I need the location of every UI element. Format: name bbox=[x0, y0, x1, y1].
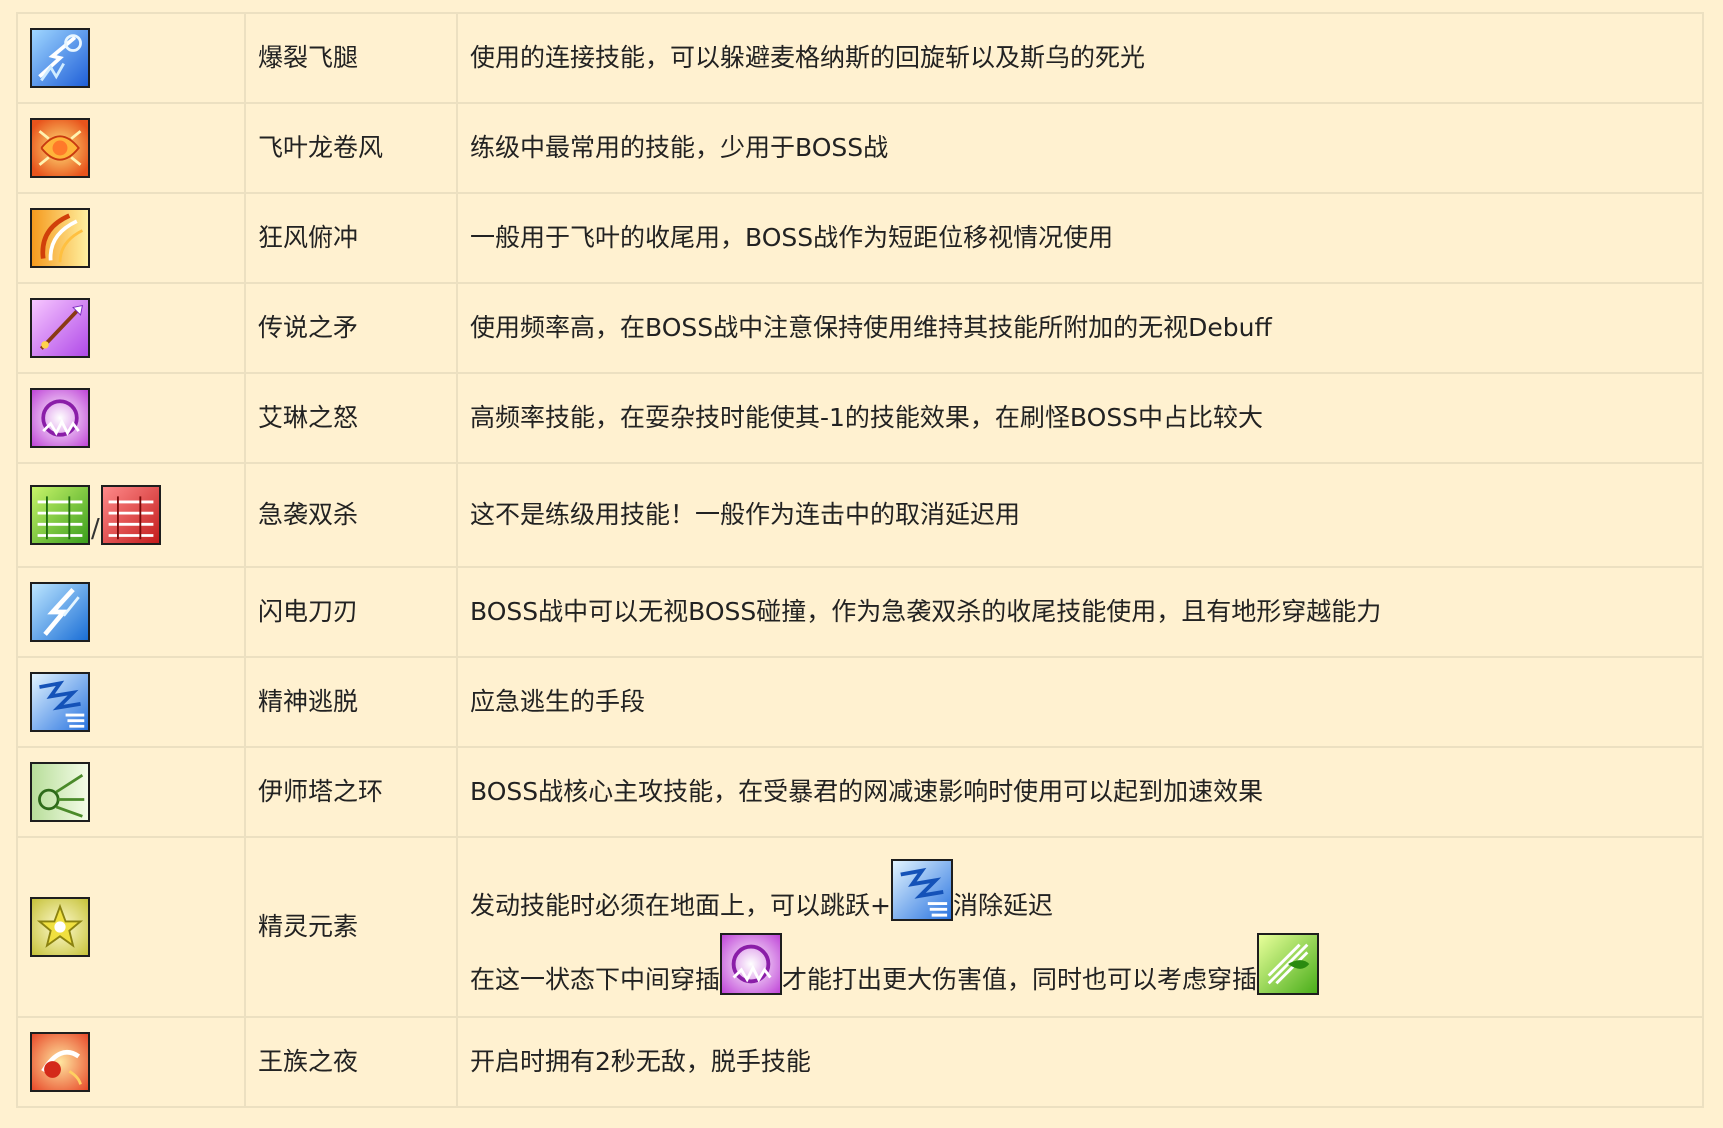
table-row: / 急袭双杀 这不是练级用技能！一般作为连击中的取消延迟用 bbox=[16, 462, 1704, 568]
skill-desc: 这不是练级用技能！一般作为连击中的取消延迟用 bbox=[456, 462, 1704, 568]
skill-name: 精神逃脱 bbox=[244, 656, 458, 748]
skill-desc: 使用的连接技能，可以躲避麦格纳斯的回旋斩以及斯乌的死光 bbox=[456, 12, 1704, 104]
rush-double-green-icon bbox=[30, 485, 90, 545]
skill-name: 闪电刀刃 bbox=[244, 566, 458, 658]
elyn-wrath-icon bbox=[30, 388, 90, 448]
icon-cell bbox=[16, 1016, 246, 1108]
spirit-escape-icon bbox=[30, 672, 90, 732]
table-row: 飞叶龙卷风 练级中最常用的技能，少用于BOSS战 bbox=[16, 102, 1704, 194]
icon-cell: / bbox=[16, 462, 246, 568]
icon-cell bbox=[16, 192, 246, 284]
icon-cell bbox=[16, 746, 246, 838]
table-row: 传说之矛 使用频率高，在BOSS战中注意保持使用维持其技能所附加的无视Debuf… bbox=[16, 282, 1704, 374]
skill-name: 精灵元素 bbox=[244, 836, 458, 1018]
skill-name: 爆裂飞腿 bbox=[244, 12, 458, 104]
leaf-tornado-icon bbox=[30, 118, 90, 178]
icon-cell bbox=[16, 282, 246, 374]
icon-cell bbox=[16, 102, 246, 194]
skill-name: 伊师塔之环 bbox=[244, 746, 458, 838]
table-row: 闪电刀刃 BOSS战中可以无视BOSS碰撞，作为急袭双杀的收尾技能使用，且有地形… bbox=[16, 566, 1704, 658]
skill-desc: BOSS战中可以无视BOSS碰撞，作为急袭双杀的收尾技能使用，且有地形穿越能力 bbox=[456, 566, 1704, 658]
table-row: 精神逃脱 应急逃生的手段 bbox=[16, 656, 1704, 748]
table-row: 伊师塔之环 BOSS战核心主攻技能，在受暴君的网减速影响时使用可以起到加速效果 bbox=[16, 746, 1704, 838]
table-row: 艾琳之怒 高频率技能，在耍杂技时能使其-1的技能效果，在刷怪BOSS中占比较大 bbox=[16, 372, 1704, 464]
rush-double-red-icon bbox=[100, 485, 161, 545]
skill-name: 飞叶龙卷风 bbox=[244, 102, 458, 194]
skill-desc: BOSS战核心主攻技能，在受暴君的网减速影响时使用可以起到加速效果 bbox=[456, 746, 1704, 838]
table-row: 狂风俯冲 一般用于飞叶的收尾用，BOSS战作为短距位移视情况使用 bbox=[16, 192, 1704, 284]
desc-text: 在这一状态下中间穿插 bbox=[470, 965, 721, 994]
skill-name: 急袭双杀 bbox=[244, 462, 458, 568]
skill-desc: 一般用于飞叶的收尾用，BOSS战作为短距位移视情况使用 bbox=[456, 192, 1704, 284]
separator: / bbox=[91, 513, 100, 544]
leaf-burst-icon bbox=[1257, 933, 1320, 995]
table-row: 王族之夜 开启时拥有2秒无敌，脱手技能 bbox=[16, 1016, 1704, 1108]
desc-text: 才能打出更大伤害值，同时也可以考虑穿插 bbox=[782, 965, 1258, 994]
skill-table-container: 爆裂飞腿 使用的连接技能，可以躲避麦格纳斯的回旋斩以及斯乌的死光 飞叶龙卷风 练… bbox=[16, 12, 1704, 1108]
elyn-wrath-icon bbox=[720, 933, 783, 995]
skill-desc: 开启时拥有2秒无敌，脱手技能 bbox=[456, 1016, 1704, 1108]
icon-cell bbox=[16, 656, 246, 748]
skill-table: 爆裂飞腿 使用的连接技能，可以躲避麦格纳斯的回旋斩以及斯乌的死光 飞叶龙卷风 练… bbox=[16, 12, 1704, 1108]
skill-desc: 应急逃生的手段 bbox=[456, 656, 1704, 748]
icon-cell bbox=[16, 836, 246, 1018]
skill-desc: 练级中最常用的技能，少用于BOSS战 bbox=[456, 102, 1704, 194]
icon-cell bbox=[16, 372, 246, 464]
skill-name: 传说之矛 bbox=[244, 282, 458, 374]
spirit-element-icon bbox=[30, 897, 90, 957]
icon-cell bbox=[16, 566, 246, 658]
ishtar-ring-icon bbox=[30, 762, 90, 822]
blast-kick-icon bbox=[30, 28, 90, 88]
gale-dash-icon bbox=[30, 208, 90, 268]
skill-desc: 使用频率高，在BOSS战中注意保持使用维持其技能所附加的无视Debuff bbox=[456, 282, 1704, 374]
spirit-escape-icon bbox=[890, 859, 953, 921]
desc-line-1: 发动技能时必须在地面上，可以跳跃+ 消除延迟 bbox=[470, 859, 1702, 921]
table-row: 精灵元素 发动技能时必须在地面上，可以跳跃+ 消除延迟 在这一状态下中间穿插 才… bbox=[16, 836, 1704, 1018]
lightning-blade-icon bbox=[30, 582, 90, 642]
desc-line-2: 在这一状态下中间穿插 才能打出更大伤害值，同时也可以考虑穿插 bbox=[470, 933, 1702, 995]
skill-name: 狂风俯冲 bbox=[244, 192, 458, 284]
skill-desc: 高频率技能，在耍杂技时能使其-1的技能效果，在刷怪BOSS中占比较大 bbox=[456, 372, 1704, 464]
desc-text: 发动技能时必须在地面上，可以跳跃+ bbox=[470, 891, 891, 920]
skill-desc: 发动技能时必须在地面上，可以跳跃+ 消除延迟 在这一状态下中间穿插 才能打出更大… bbox=[456, 836, 1704, 1018]
icon-cell bbox=[16, 12, 246, 104]
skill-name: 艾琳之怒 bbox=[244, 372, 458, 464]
legend-spear-icon bbox=[30, 298, 90, 358]
royal-night-icon bbox=[30, 1032, 90, 1092]
skill-name: 王族之夜 bbox=[244, 1016, 458, 1108]
table-row: 爆裂飞腿 使用的连接技能，可以躲避麦格纳斯的回旋斩以及斯乌的死光 bbox=[16, 12, 1704, 104]
desc-text: 消除延迟 bbox=[952, 891, 1053, 920]
